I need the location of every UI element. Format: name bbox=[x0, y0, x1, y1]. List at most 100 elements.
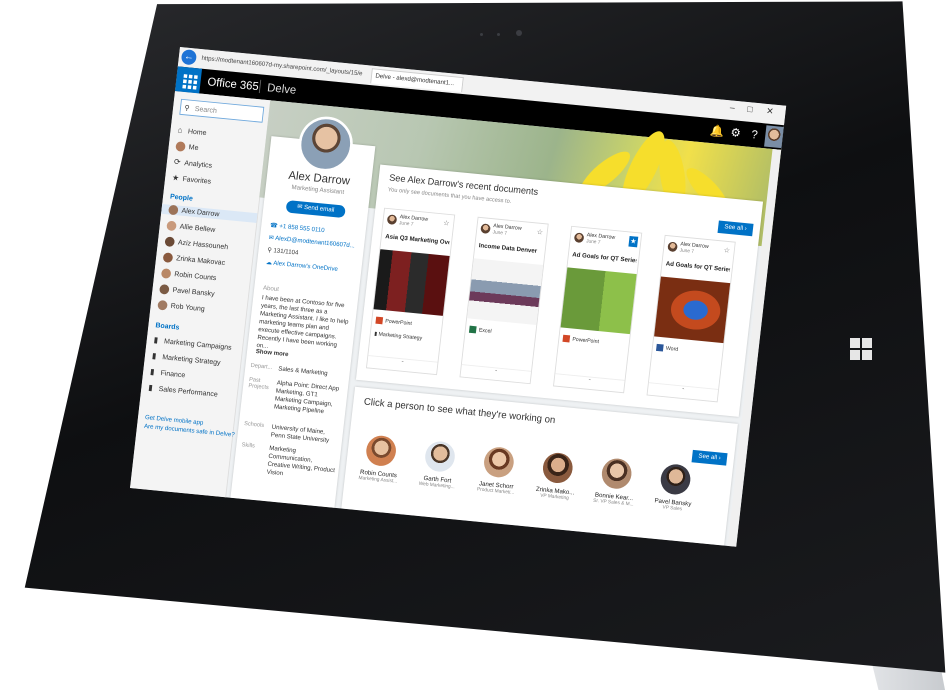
person-label: Aziz Hassouneh bbox=[177, 238, 229, 252]
minimize-icon[interactable]: – bbox=[729, 103, 735, 113]
nav-me[interactable]: Me bbox=[175, 141, 199, 153]
people-card-title: Click a person to see what they're worki… bbox=[363, 396, 556, 426]
phone-value: +1 858 555 0110 bbox=[278, 223, 325, 234]
favorite-star-icon[interactable]: ☆ bbox=[535, 227, 545, 238]
office-value: 131/1104 bbox=[273, 247, 299, 257]
chevron-up-icon[interactable]: ˆ bbox=[647, 382, 719, 398]
department-value: Sales & Marketing bbox=[277, 365, 328, 377]
document-card-3[interactable]: Alex Darrow June 7 ★ Ad Goals for QT Ser… bbox=[553, 225, 643, 394]
doc-title: Income Data Denver bbox=[478, 242, 538, 255]
person-tile[interactable]: Robin Counts Marketing Assist... bbox=[352, 433, 409, 485]
person-tile[interactable]: Zrinka Mako... VP Marketing bbox=[528, 450, 585, 502]
recent-documents-card: See Alex Darrow's recent documents You o… bbox=[355, 164, 764, 417]
schools-label: Schools bbox=[243, 420, 265, 429]
doc-app: Word bbox=[655, 343, 679, 353]
camera-sensor-left bbox=[480, 33, 483, 36]
gear-icon[interactable]: ⚙ bbox=[730, 125, 742, 140]
search-input[interactable]: ⚲ Search bbox=[179, 98, 265, 123]
back-icon[interactable]: ← bbox=[180, 49, 198, 66]
person-photo bbox=[600, 457, 634, 491]
doc-title: Ad Goals for QT Series bbox=[571, 251, 637, 265]
sidebar-person-alex-darrow[interactable]: Alex Darrow bbox=[161, 203, 258, 223]
nav-label: Favorites bbox=[182, 174, 212, 186]
department-label: Depart... bbox=[250, 362, 273, 371]
doc-date: June 7 bbox=[679, 247, 695, 255]
sidebar-person-zrinka-makovac[interactable]: Zrinka Makovac bbox=[162, 252, 226, 268]
user-avatar[interactable] bbox=[764, 125, 784, 149]
board-finance[interactable]: ▮ Finance bbox=[150, 367, 186, 380]
tablet-screen: ← https://modtenant160607d-my.sharepoint… bbox=[130, 47, 787, 547]
nav-favorites[interactable]: ★ Favorites bbox=[172, 173, 212, 186]
favorite-star-icon[interactable]: ☆ bbox=[441, 218, 451, 229]
doc-date: June 7 bbox=[398, 220, 414, 228]
maximize-icon[interactable]: □ bbox=[747, 105, 753, 115]
doc-thumbnail bbox=[373, 249, 450, 316]
chevron-up-icon[interactable]: ˆ bbox=[367, 355, 438, 371]
person-photo bbox=[364, 434, 398, 468]
windows-logo-icon[interactable] bbox=[850, 338, 872, 360]
powerpoint-icon bbox=[562, 334, 571, 343]
documents-see-all-button[interactable]: See all › bbox=[717, 220, 754, 237]
sidebar-person-robin-counts[interactable]: Robin Counts bbox=[160, 268, 217, 283]
chevron-up-icon[interactable]: ˆ bbox=[554, 373, 625, 389]
nav-label: Analytics bbox=[183, 158, 213, 170]
doc-date: June 7 bbox=[585, 238, 601, 246]
person-label: Robin Counts bbox=[173, 269, 217, 282]
sidebar-person-rob-young[interactable]: Rob Young bbox=[157, 299, 206, 314]
avatar bbox=[162, 252, 174, 263]
document-card-1[interactable]: Alex Darrow June 7 ☆ Asia Q3 Marketing O… bbox=[365, 207, 456, 376]
person-photo bbox=[659, 462, 692, 496]
board-marketing-strategy[interactable]: ▮ Marketing Strategy bbox=[151, 351, 221, 367]
person-tile[interactable]: Pavel Bansky VP Sales bbox=[646, 462, 703, 514]
search-icon: ⚲ bbox=[184, 103, 191, 113]
board-sales-performance[interactable]: ▮ Sales Performance bbox=[148, 383, 218, 399]
nav-analytics[interactable]: ⟳ Analytics bbox=[173, 157, 213, 170]
doc-app: Excel bbox=[468, 325, 492, 335]
see-all-label: See all bbox=[724, 223, 744, 232]
doc-board[interactable]: ▮ Marketing Strategy bbox=[374, 331, 423, 342]
office365-brand[interactable]: Office 365 bbox=[207, 75, 260, 93]
documents-safe-link[interactable]: Are my documents safe in Delve? bbox=[144, 423, 235, 438]
front-camera bbox=[516, 30, 522, 36]
boards-heading: Boards bbox=[155, 321, 180, 332]
person-tile[interactable]: Garth Fort Web Marketing... bbox=[410, 439, 467, 491]
person-label: Rob Young bbox=[170, 301, 206, 313]
author-avatar bbox=[667, 241, 678, 253]
person-tile[interactable]: Janet Schorr Product Marketi... bbox=[469, 445, 526, 497]
board-label: Sales Performance bbox=[158, 384, 219, 399]
favorite-star-icon[interactable]: ☆ bbox=[722, 245, 732, 256]
document-card-4[interactable]: Alex Darrow June 7 ☆ Ad Goals for QT Ser… bbox=[646, 234, 736, 403]
nav-label: Me bbox=[188, 142, 199, 152]
person-tile[interactable]: Bonnie Kear... Sr. VP Sales & M... bbox=[587, 456, 644, 508]
doc-date: June 7 bbox=[492, 229, 508, 237]
search-placeholder: Search bbox=[194, 104, 218, 115]
excel-icon bbox=[468, 325, 477, 334]
people-see-all-button[interactable]: See all › bbox=[691, 449, 728, 466]
person-label: Zrinka Makovac bbox=[175, 254, 226, 267]
person-photo bbox=[423, 440, 457, 473]
app-name[interactable]: Delve bbox=[258, 79, 297, 97]
avatar bbox=[159, 284, 170, 295]
past-projects-value: Alpha Point: Direct App Marketing, GT1 M… bbox=[273, 380, 340, 415]
onedrive-value: Alex Darrow's OneDrive bbox=[272, 260, 339, 273]
camera-sensor-right bbox=[497, 33, 500, 36]
skills-label: Skills bbox=[241, 441, 256, 450]
chevron-up-icon[interactable]: ˆ bbox=[460, 364, 532, 380]
bell-icon[interactable]: 🔔 bbox=[709, 123, 725, 138]
doc-thumbnail bbox=[560, 267, 637, 335]
avatar bbox=[164, 236, 176, 248]
avatar bbox=[166, 220, 177, 232]
board-marketing-campaigns[interactable]: ▮ Marketing Campaigns bbox=[153, 335, 232, 352]
app-launcher-icon[interactable] bbox=[175, 66, 203, 94]
close-icon[interactable]: ✕ bbox=[766, 107, 774, 117]
document-card-2[interactable]: Alex Darrow June 7 ☆ Income Data Denver … bbox=[459, 216, 549, 385]
nav-home[interactable]: ⌂ Home bbox=[177, 125, 207, 137]
sidebar-person-pavel-bansky[interactable]: Pavel Bansky bbox=[159, 284, 215, 299]
author-avatar bbox=[480, 223, 491, 234]
sidebar-person-allie-bellew[interactable]: Allie Bellew bbox=[166, 220, 216, 235]
help-icon[interactable]: ? bbox=[751, 127, 759, 141]
favorite-star-icon[interactable]: ★ bbox=[628, 235, 639, 248]
send-email-button[interactable]: ✉ Send email bbox=[285, 200, 346, 219]
word-icon bbox=[655, 343, 664, 352]
sidebar-person-aziz-hassouneh[interactable]: Aziz Hassouneh bbox=[164, 236, 229, 252]
